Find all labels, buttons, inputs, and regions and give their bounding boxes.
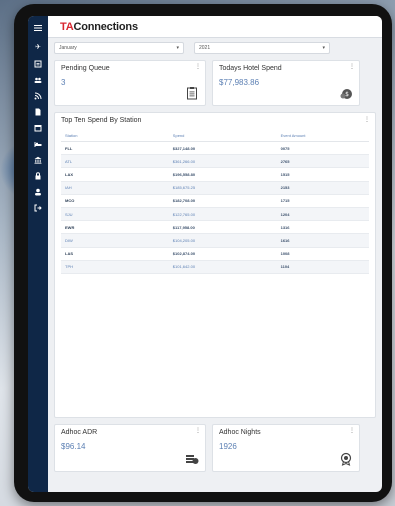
count-cell: 0075 <box>276 141 369 156</box>
spend-cell: $361,266.00 <box>168 154 277 169</box>
spend-cell: $117,958.00 <box>168 220 277 235</box>
dashboard-main: January ▾ 2021 ▾ Pending Queue 3 ⋮ Today… <box>48 38 382 492</box>
table-row[interactable]: FLL $327,148.00 0075 <box>61 141 369 156</box>
document-icon[interactable] <box>34 108 42 116</box>
station-cell: DIW <box>61 233 169 248</box>
station-cell: SJU <box>61 207 169 222</box>
count-cell: 1515 <box>276 167 369 182</box>
people-icon[interactable] <box>34 76 42 84</box>
table-row[interactable]: LAS $102,874.00 1008 <box>61 247 369 261</box>
logo-ta: TA <box>60 20 74 33</box>
pending-queue-card[interactable]: Pending Queue 3 ⋮ <box>54 60 206 106</box>
table-row[interactable]: DIW $104,205.00 1616 <box>61 233 369 248</box>
column-header-count[interactable]: Event Amount <box>276 130 369 142</box>
table-row[interactable]: EWR $117,958.00 1316 <box>61 220 369 235</box>
spend-cell: $185,675.25 <box>168 181 277 195</box>
header-bar: TAConnections <box>48 16 382 38</box>
rss-icon[interactable] <box>34 92 42 100</box>
filter-row: January ▾ 2021 ▾ <box>54 42 376 54</box>
station-cell: TPH <box>61 260 169 274</box>
count-cell: 1104 <box>276 260 369 274</box>
list-icon[interactable] <box>34 60 42 68</box>
chevron-down-icon: ▾ <box>322 45 325 51</box>
card-title: Adhoc ADR <box>61 429 98 436</box>
logo-text: Connections <box>73 20 138 33</box>
count-cell: 2765 <box>276 154 369 169</box>
money-stack-icon <box>186 455 199 464</box>
count-cell: 1316 <box>276 220 369 235</box>
card-value: $96.14 <box>61 442 86 451</box>
table-row[interactable]: SJU $122,765.00 1204 <box>61 207 369 222</box>
table-row[interactable]: MCO $182,708.00 1715 <box>61 194 369 208</box>
kebab-menu-icon[interactable]: ⋮ <box>349 63 355 70</box>
kebab-menu-icon[interactable]: ⋮ <box>364 116 370 123</box>
table-row[interactable]: TPH $101,642.00 1104 <box>61 260 369 274</box>
year-value: 2021 <box>199 45 211 51</box>
menu-icon[interactable] <box>34 24 42 32</box>
lock-icon[interactable] <box>34 172 42 180</box>
spend-cell: $102,874.00 <box>168 247 277 261</box>
signout-icon[interactable] <box>34 204 42 212</box>
table-row[interactable]: LAX $196,558.80 1515 <box>61 167 369 182</box>
spend-cell: $327,148.00 <box>168 141 277 156</box>
card-title: Adhoc Nights <box>219 429 261 436</box>
count-cell: 2153 <box>276 181 369 195</box>
card-value: 1926 <box>219 442 237 451</box>
top-ten-spend-panel: Top Ten Spend By Station ⋮ Station Spend… <box>54 112 376 418</box>
calendar-icon[interactable] <box>34 124 42 132</box>
spend-cell: $182,708.00 <box>168 194 277 208</box>
station-cell: ATL <box>61 154 169 169</box>
spend-table: Station Spend Event Amount FLL $327,148.… <box>61 130 369 274</box>
table-row[interactable]: IAH $185,675.25 2153 <box>61 181 369 195</box>
month-value: January <box>59 45 77 51</box>
count-cell: 1008 <box>276 247 369 261</box>
sidebar: ✈ <box>28 16 48 492</box>
station-cell: IAH <box>61 181 169 195</box>
card-title: Pending Queue <box>61 65 110 72</box>
badge-icon <box>340 452 352 466</box>
top-cards: Pending Queue 3 ⋮ Todays Hotel Spend $77… <box>54 60 376 106</box>
column-header-spend[interactable]: Spend <box>168 130 277 142</box>
clipboard-icon <box>187 87 197 100</box>
spend-cell: $101,642.00 <box>168 260 277 274</box>
spend-cell: $104,205.00 <box>168 233 277 248</box>
spend-cell: $122,765.00 <box>168 207 277 222</box>
money-bag-icon: $ <box>340 89 352 99</box>
user-icon[interactable] <box>34 188 42 196</box>
station-cell: MCO <box>61 194 169 208</box>
bed-icon[interactable] <box>34 140 42 148</box>
bottom-cards: Adhoc ADR $96.14 ⋮ Adhoc Nights 1926 ⋮ <box>54 424 376 472</box>
station-cell: EWR <box>61 220 169 235</box>
station-cell: LAX <box>61 167 169 182</box>
station-cell: FLL <box>61 141 169 156</box>
adhoc-nights-card[interactable]: Adhoc Nights 1926 ⋮ <box>212 424 360 472</box>
panel-title: Top Ten Spend By Station <box>61 117 142 124</box>
chevron-down-icon: ▾ <box>176 45 179 51</box>
table-row[interactable]: ATL $361,266.00 2765 <box>61 154 369 169</box>
kebab-menu-icon[interactable]: ⋮ <box>195 427 201 434</box>
hotel-spend-card[interactable]: Todays Hotel Spend $77,983.86 ⋮ $ <box>212 60 360 106</box>
card-value: 3 <box>61 78 66 87</box>
app-screen: ✈ TAConnections January ▾ 2021 ▾ Pending… <box>28 16 382 492</box>
column-header-station[interactable]: Station <box>61 130 169 142</box>
spend-cell: $196,558.80 <box>168 167 277 182</box>
kebab-menu-icon[interactable]: ⋮ <box>349 427 355 434</box>
station-cell: LAS <box>61 247 169 261</box>
plane-icon[interactable]: ✈ <box>34 44 42 52</box>
table-header-row: Station Spend Event Amount <box>61 130 369 142</box>
app-logo[interactable]: TAConnections <box>60 21 138 33</box>
year-select[interactable]: 2021 ▾ <box>194 42 330 54</box>
adhoc-adr-card[interactable]: Adhoc ADR $96.14 ⋮ <box>54 424 206 472</box>
count-cell: 1715 <box>276 194 369 208</box>
card-value: $77,983.86 <box>219 78 260 87</box>
kebab-menu-icon[interactable]: ⋮ <box>195 63 201 70</box>
card-title: Todays Hotel Spend <box>219 65 282 72</box>
month-select[interactable]: January ▾ <box>54 42 184 54</box>
count-cell: 1204 <box>276 207 369 222</box>
svg-text:$: $ <box>345 91 349 98</box>
count-cell: 1616 <box>276 233 369 248</box>
bank-icon[interactable] <box>34 156 42 164</box>
